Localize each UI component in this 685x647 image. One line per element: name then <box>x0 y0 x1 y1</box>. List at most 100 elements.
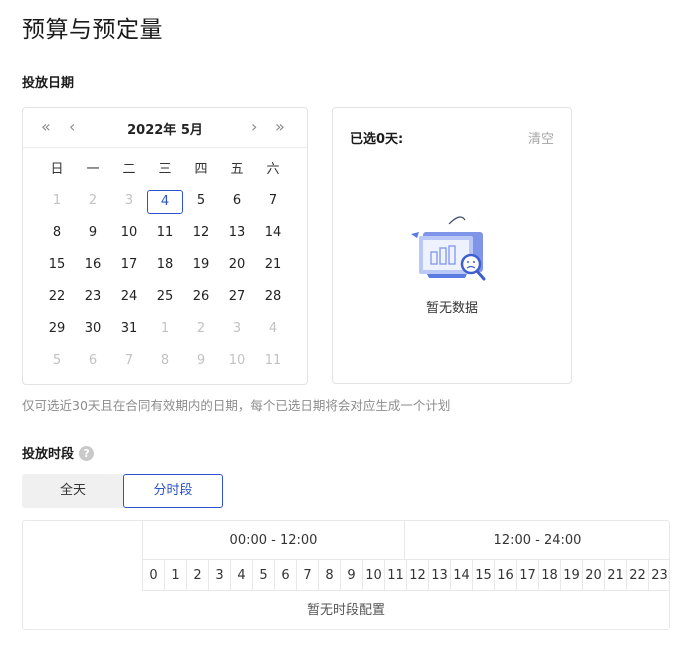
calendar-day: 5 <box>52 353 62 368</box>
calendar-day[interactable]: 27 <box>219 286 255 308</box>
hour-cell[interactable]: 23 <box>649 560 670 590</box>
date-hint-text: 仅可选近30天且在合同有效期内的日期，每个已选日期将会对应生成一个计划 <box>22 398 451 413</box>
today-marker[interactable]: 4 <box>147 190 183 214</box>
calendar-day: 6 <box>88 353 98 368</box>
calendar-day-today[interactable]: 4 <box>147 190 183 214</box>
time-section-label: 投放时段? <box>22 443 95 462</box>
calendar-day: 2 <box>88 193 98 208</box>
calendar-day[interactable]: 7 <box>255 190 291 214</box>
hour-cell[interactable]: 14 <box>451 560 473 590</box>
empty-data-illustration-icon <box>411 216 486 281</box>
am-range-header: 00:00 - 12:00 <box>143 521 405 560</box>
calendar-day[interactable]: 8 <box>39 222 75 244</box>
calendar-day[interactable]: 5 <box>183 190 219 214</box>
calendar-month-title: 2022年 5月 <box>127 123 203 138</box>
hour-cell[interactable]: 13 <box>429 560 451 590</box>
next-month-icon[interactable]: › <box>251 117 257 137</box>
date-calendar: « ‹ 2022年 5月 › » 日 一 二 三 四 五 六 1 2 3 4 5… <box>22 107 308 385</box>
weekday-thu: 四 <box>194 162 208 177</box>
hour-cell[interactable]: 17 <box>517 560 539 590</box>
calendar-week: 8 9 10 11 12 13 14 <box>39 222 291 244</box>
hour-cell[interactable]: 12 <box>407 560 429 590</box>
time-section-title: 投放时段 <box>22 447 75 462</box>
by-segment-option[interactable]: 分时段 <box>123 474 223 508</box>
time-segment-table: 00:00 - 12:00 12:00 - 24:00 0 1 2 3 4 5 … <box>22 520 670 630</box>
hour-cell[interactable]: 15 <box>473 560 495 590</box>
hour-cell[interactable]: 5 <box>253 560 275 590</box>
calendar-day[interactable]: 10 <box>111 222 147 244</box>
calendar-day: 10 <box>228 353 246 368</box>
hour-cell[interactable]: 8 <box>319 560 341 590</box>
calendar-day[interactable]: 13 <box>219 222 255 244</box>
calendar-day[interactable]: 11 <box>147 222 183 244</box>
calendar-week: 15 16 17 18 19 20 21 <box>39 254 291 276</box>
calendar-day[interactable]: 15 <box>39 254 75 276</box>
empty-data-text: 暂无数据 <box>425 301 478 316</box>
calendar-day[interactable]: 30 <box>75 318 111 340</box>
calendar-day[interactable]: 29 <box>39 318 75 340</box>
calendar-day: 9 <box>196 353 206 368</box>
calendar-day: 8 <box>160 353 170 368</box>
hour-header-row: 0 1 2 3 4 5 6 7 8 9 10 11 12 13 14 15 16… <box>143 560 670 591</box>
hour-cell[interactable]: 6 <box>275 560 297 590</box>
calendar-day: 2 <box>196 321 206 336</box>
hour-cell[interactable]: 7 <box>297 560 319 590</box>
hour-cell[interactable]: 19 <box>561 560 583 590</box>
hour-cell[interactable]: 18 <box>539 560 561 590</box>
hour-cell[interactable]: 20 <box>583 560 605 590</box>
calendar-day[interactable]: 22 <box>39 286 75 308</box>
calendar-week: 5 6 7 8 9 10 11 <box>39 350 291 372</box>
calendar-day: 3 <box>232 321 242 336</box>
weekday-tue: 二 <box>122 162 136 177</box>
calendar-day[interactable]: 12 <box>183 222 219 244</box>
calendar-day[interactable]: 31 <box>111 318 147 340</box>
calendar-day[interactable]: 23 <box>75 286 111 308</box>
calendar-day[interactable]: 26 <box>183 286 219 308</box>
calendar-day[interactable]: 17 <box>111 254 147 276</box>
hour-cell[interactable]: 22 <box>627 560 649 590</box>
calendar-day: 7 <box>124 353 134 368</box>
hour-cell[interactable]: 2 <box>187 560 209 590</box>
hour-cell[interactable]: 3 <box>209 560 231 590</box>
calendar-day: 1 <box>52 193 62 208</box>
calendar-day[interactable]: 16 <box>75 254 111 276</box>
calendar-day[interactable]: 21 <box>255 254 291 276</box>
next-year-icon[interactable]: » <box>275 117 285 137</box>
weekday-sun: 日 <box>50 162 64 177</box>
hour-cell[interactable]: 9 <box>341 560 363 590</box>
weekday-mon: 一 <box>86 162 100 177</box>
clear-button[interactable]: 清空 <box>528 128 554 147</box>
calendar-week: 22 23 24 25 26 27 28 <box>39 286 291 308</box>
hour-cell[interactable]: 21 <box>605 560 627 590</box>
calendar-day[interactable]: 14 <box>255 222 291 244</box>
all-day-option[interactable]: 全天 <box>22 474 124 508</box>
selected-count-label: 已选0天: <box>350 132 404 147</box>
hour-cell[interactable]: 1 <box>165 560 187 590</box>
calendar-day[interactable]: 25 <box>147 286 183 308</box>
pm-range-header: 12:00 - 24:00 <box>405 521 670 560</box>
calendar-week: 29 30 31 1 2 3 4 <box>39 318 291 340</box>
weekday-fri: 五 <box>230 162 244 177</box>
calendar-header: « ‹ 2022年 5月 › » <box>23 108 307 148</box>
selected-dates-panel: 已选0天: 清空 暂无数据 <box>332 107 572 384</box>
calendar-day[interactable]: 18 <box>147 254 183 276</box>
calendar-day[interactable]: 28 <box>255 286 291 308</box>
time-mode-toggle: 全天 分时段 <box>22 474 223 508</box>
hour-cell[interactable]: 0 <box>143 560 165 590</box>
calendar-day[interactable]: 20 <box>219 254 255 276</box>
no-time-segment-text: 暂无时段配置 <box>306 603 385 618</box>
calendar-day: 3 <box>124 193 134 208</box>
calendar-day[interactable]: 9 <box>75 222 111 244</box>
date-section-label: 投放日期 <box>22 76 75 91</box>
hour-cell[interactable]: 10 <box>363 560 385 590</box>
page-title: 预算与预定量 <box>22 17 163 43</box>
weekday-sat: 六 <box>266 162 280 177</box>
hour-cell[interactable]: 16 <box>495 560 517 590</box>
calendar-day[interactable]: 24 <box>111 286 147 308</box>
calendar-day: 4 <box>268 321 278 336</box>
hour-cell[interactable]: 4 <box>231 560 253 590</box>
calendar-day[interactable]: 6 <box>219 190 255 214</box>
help-icon[interactable]: ? <box>79 446 95 461</box>
hour-cell[interactable]: 11 <box>385 560 407 590</box>
calendar-day[interactable]: 19 <box>183 254 219 276</box>
